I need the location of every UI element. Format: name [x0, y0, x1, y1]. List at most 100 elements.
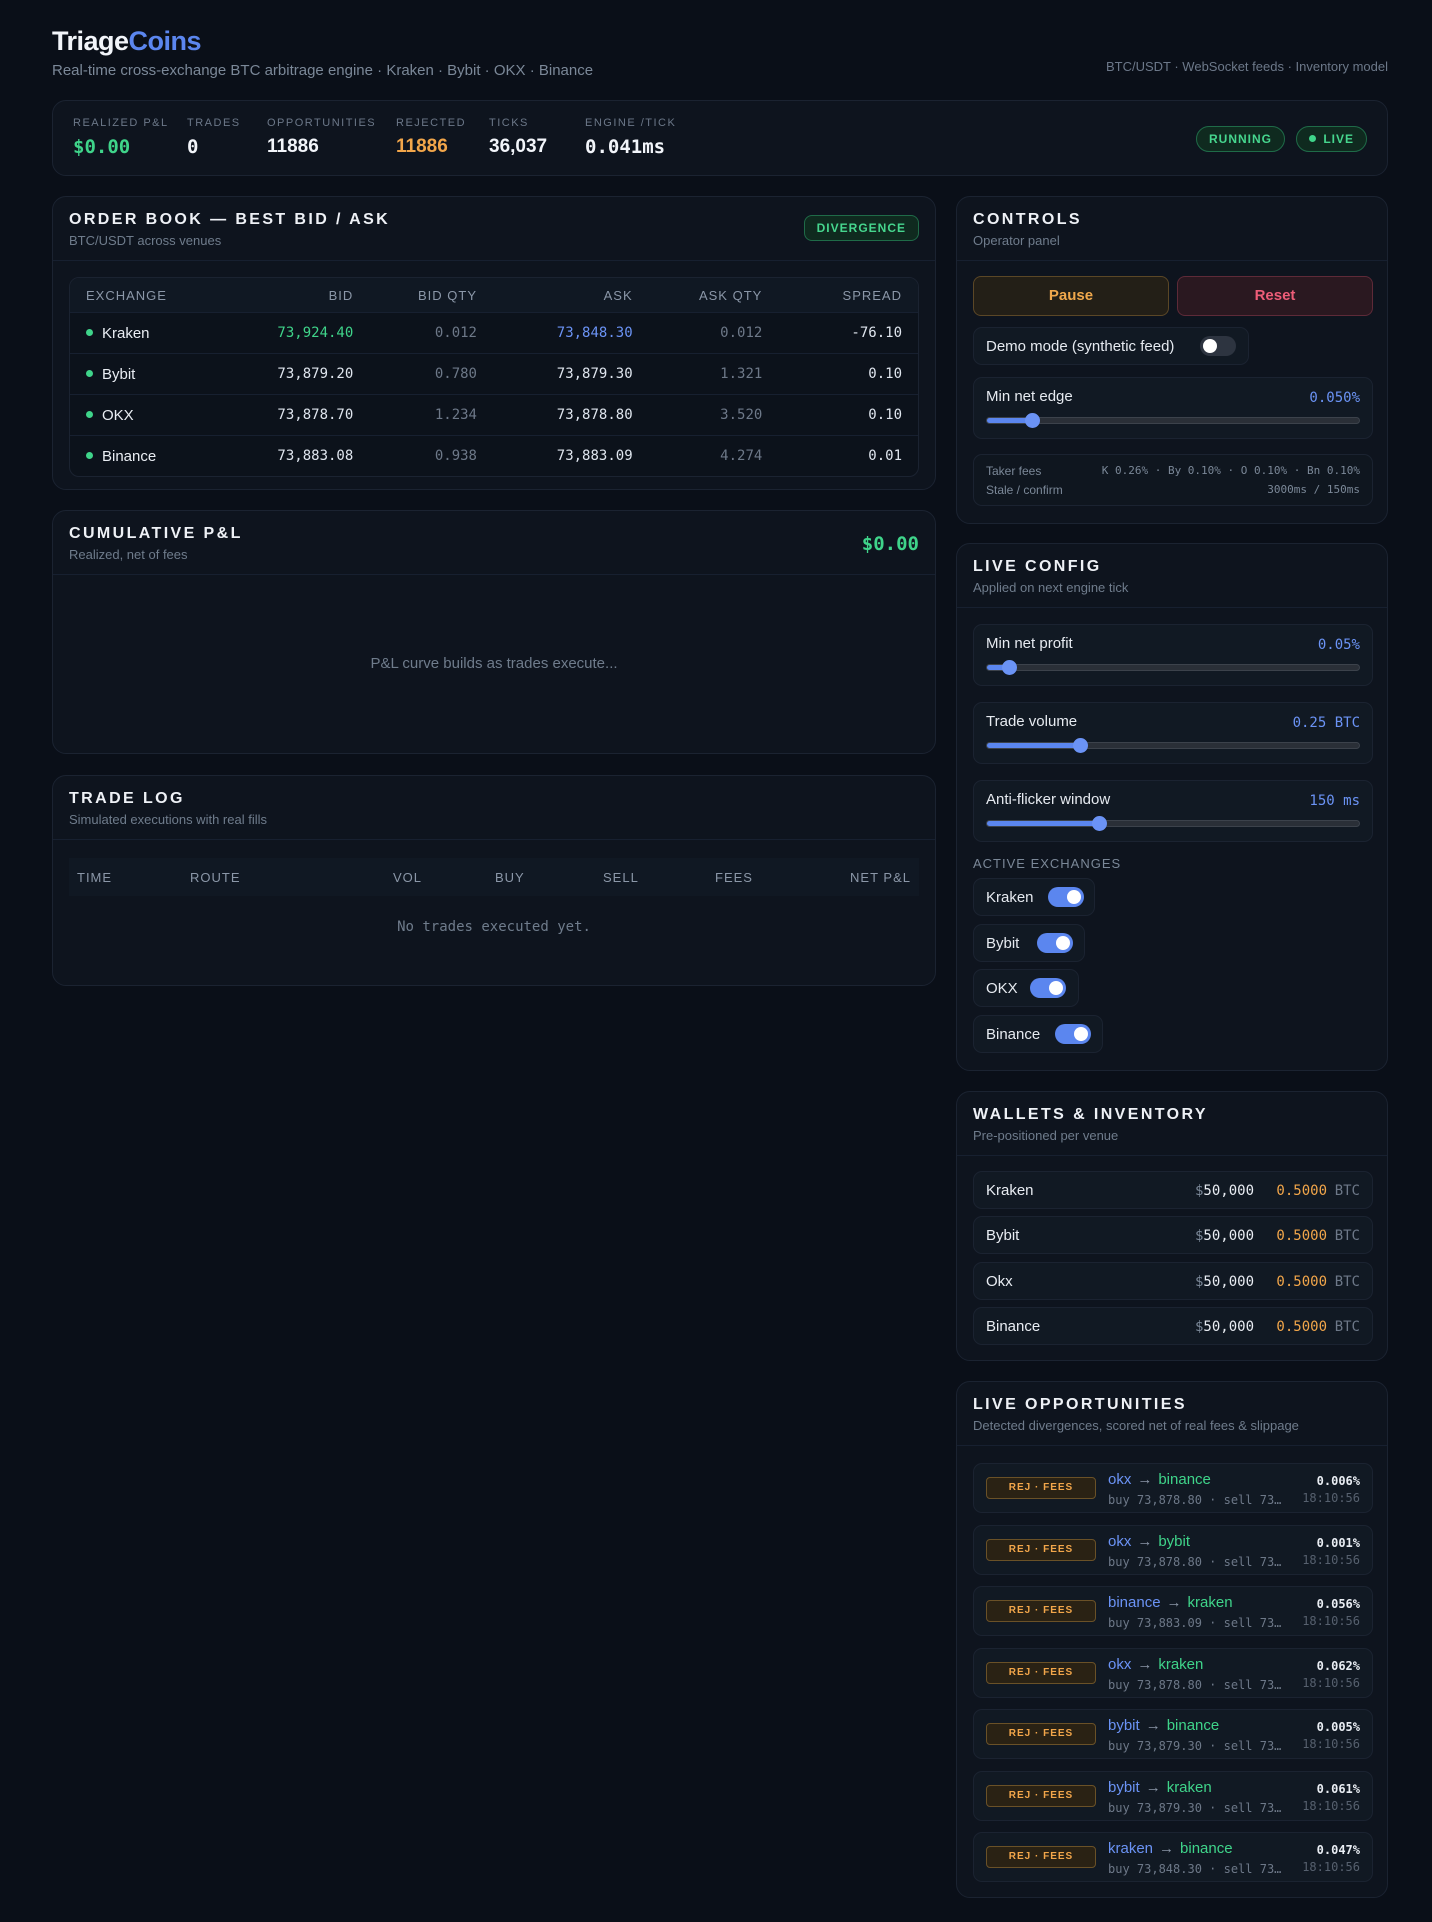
divergence-badge: DIVERGENCE: [803, 215, 919, 241]
stat-opportunities: OPPORTUNITIES 11886: [267, 117, 377, 157]
panel-title: LIVE CONFIG: [973, 558, 1102, 575]
slider-handle[interactable]: [1091, 816, 1107, 831]
order-book-table: EXCHANGE BID BID QTY ASK ASK QTY SPREAD …: [69, 277, 919, 477]
active-exchanges-label: ACTIVE EXCHANGES: [973, 856, 1122, 871]
taker-fees-value: K 0.26% · By 0.10% · O 0.10% · Bn 0.10%: [1101, 464, 1360, 477]
status-badge: REJ · FEES: [986, 1785, 1096, 1807]
binance-toggle[interactable]: [1055, 1024, 1091, 1044]
opportunity-row: REJ · FEES okx → bybit buy 73,878.80 · sel…: [973, 1525, 1373, 1575]
tagline: Real-time cross-exchange BTC arbitrage e…: [52, 62, 594, 79]
min-net-edge-control: Min net edge 0.050%: [973, 377, 1373, 439]
live-config-panel: LIVE CONFIG Applied on next engine tick …: [956, 543, 1388, 1071]
opportunities-header: LIVE OPPORTUNITIES Detected divergences,…: [957, 1382, 1387, 1446]
trade-log-empty-message: No trades executed yet.: [397, 919, 591, 935]
panel-subtitle: Pre-positioned per venue: [973, 1128, 1119, 1143]
arrow-right-icon: →: [1137, 1656, 1153, 1673]
toggle-knob: [1067, 890, 1081, 904]
okx-toggle[interactable]: [1030, 978, 1066, 998]
reset-button[interactable]: Reset: [1177, 276, 1373, 316]
status-dot-icon: [86, 328, 93, 336]
status-badge: REJ · FEES: [986, 1539, 1096, 1561]
stale-confirm-label: Stale / confirm: [986, 483, 1063, 497]
exchange-toggle-okx: OKX: [973, 969, 1079, 1007]
table-row: Binance 73,883.08 0.938 73,883.09 4.274 …: [70, 435, 918, 476]
table-row: OKX 73,878.70 1.234 73,878.80 3.520 0.10: [70, 394, 918, 435]
stat-ticks: TICKS 36,037: [489, 117, 548, 157]
table-row: Bybit 73,879.20 0.780 73,879.30 1.321 0.…: [70, 353, 918, 394]
wallet-row: Binance $50,000 0.5000 BTC: [973, 1307, 1373, 1345]
min-net-edge-slider[interactable]: [986, 413, 1360, 428]
feed-meta: BTC/USDT · WebSocket feeds · Inventory m…: [1105, 59, 1388, 74]
taker-fees-label: Taker fees: [986, 464, 1042, 478]
controls-header: CONTROLS Operator panel: [957, 197, 1387, 261]
panel-subtitle: Simulated executions with real fills: [69, 812, 267, 827]
opportunity-row: REJ · FEES kraken → binance buy 73,848.30 …: [973, 1832, 1373, 1882]
slider-handle[interactable]: [1002, 660, 1018, 675]
panel-title: TRADE LOG: [69, 790, 185, 807]
slider-value: 0.25 BTC: [1292, 715, 1360, 731]
brand: TriageCoins Real-time cross-exchange BTC…: [52, 26, 593, 79]
pnl-empty-message: P&L curve builds as trades execute...: [370, 655, 618, 672]
toggle-knob: [1056, 936, 1070, 950]
table-header: EXCHANGE BID BID QTY ASK ASK QTY SPREAD: [70, 278, 918, 312]
panel-subtitle: BTC/USDT across venues: [69, 233, 222, 248]
bybit-toggle[interactable]: [1037, 933, 1073, 953]
panel-title: CONTROLS: [973, 211, 1082, 228]
toggle-knob: [1049, 981, 1063, 995]
status-badge: REJ · FEES: [986, 1662, 1096, 1684]
order-book-header: ORDER BOOK — BEST BID / ASK BTC/USDT acr…: [53, 197, 935, 261]
pause-button[interactable]: Pause: [973, 276, 1169, 316]
stat-engine-tick: ENGINE /TICK 0.041ms: [585, 117, 677, 158]
wallet-row: Bybit $50,000 0.5000 BTC: [973, 1216, 1373, 1254]
slider-handle[interactable]: [1073, 738, 1088, 753]
slider-value: 0.05%: [1317, 637, 1360, 653]
slider-fill: [987, 821, 1099, 826]
arrow-right-icon: →: [1137, 1471, 1153, 1488]
panel-title: CUMULATIVE P&L: [69, 525, 243, 542]
panel-subtitle: Detected divergences, scored net of real…: [973, 1418, 1299, 1433]
opportunity-row: REJ · FEES okx → kraken buy 73,878.80 · se…: [973, 1648, 1373, 1698]
panel-subtitle: Applied on next engine tick: [973, 580, 1129, 595]
demo-mode-toggle[interactable]: [1200, 336, 1236, 356]
live-dot-icon: [1309, 135, 1317, 142]
order-book-panel: ORDER BOOK — BEST BID / ASK BTC/USDT acr…: [52, 196, 936, 490]
panel-title: LIVE OPPORTUNITIES: [973, 1396, 1187, 1413]
status-dot-icon: [86, 410, 93, 418]
arrow-right-icon: →: [1145, 1717, 1161, 1734]
status-badge: REJ · FEES: [986, 1600, 1096, 1622]
opportunity-row: REJ · FEES binance → kraken buy 73,883.09 …: [973, 1586, 1373, 1636]
live-opportunities-panel: LIVE OPPORTUNITIES Detected divergences,…: [956, 1381, 1388, 1898]
anti-flicker-slider[interactable]: [986, 816, 1360, 831]
status-badge: REJ · FEES: [986, 1846, 1096, 1868]
toggle-knob: [1203, 339, 1217, 353]
slider-value: 150 ms: [1309, 793, 1360, 809]
wallets-panel: WALLETS & INVENTORY Pre-positioned per v…: [956, 1091, 1388, 1361]
trade-volume-slider[interactable]: [986, 738, 1360, 753]
exchange-toggle-kraken: Kraken: [973, 878, 1095, 916]
pnl-total: $0.00: [861, 533, 919, 555]
live-config-header: LIVE CONFIG Applied on next engine tick: [957, 544, 1387, 608]
trade-log-header: TRADE LOG Simulated executions with real…: [53, 776, 935, 840]
arrow-right-icon: →: [1159, 1840, 1175, 1857]
slider-value: 0.050%: [1309, 390, 1360, 406]
opportunity-row: REJ · FEES bybit → binance buy 73,879.30 ·…: [973, 1709, 1373, 1759]
min-net-profit-slider[interactable]: [986, 660, 1360, 675]
trade-volume-control: Trade volume 0.25 BTC: [973, 702, 1373, 764]
status-badge: REJ · FEES: [986, 1723, 1096, 1745]
demo-mode-label: Demo mode (synthetic feed): [986, 338, 1175, 355]
opportunity-row: REJ · FEES bybit → kraken buy 73,879.30 · …: [973, 1771, 1373, 1821]
anti-flicker-control: Anti-flicker window 150 ms: [973, 780, 1373, 842]
wallet-row: Kraken $50,000 0.5000 BTC: [973, 1171, 1373, 1209]
slider-label: Trade volume: [986, 713, 1078, 730]
arrow-right-icon: →: [1145, 1779, 1161, 1796]
status-badge: REJ · FEES: [986, 1477, 1096, 1499]
stat-rejected: REJECTED 11886: [396, 117, 467, 157]
panel-title: WALLETS & INVENTORY: [973, 1106, 1208, 1123]
kraken-toggle[interactable]: [1048, 887, 1084, 907]
slider-handle[interactable]: [1024, 413, 1040, 428]
wallet-row: Okx $50,000 0.5000 BTC: [973, 1262, 1373, 1300]
pnl-header: CUMULATIVE P&L Realized, net of fees $0.…: [53, 511, 935, 575]
stats-bar: REALIZED P&L $0.00 TRADES 0 OPPORTUNITIE…: [52, 100, 1388, 176]
slider-label: Min net edge: [986, 388, 1073, 405]
panel-title: ORDER BOOK — BEST BID / ASK: [69, 211, 391, 228]
